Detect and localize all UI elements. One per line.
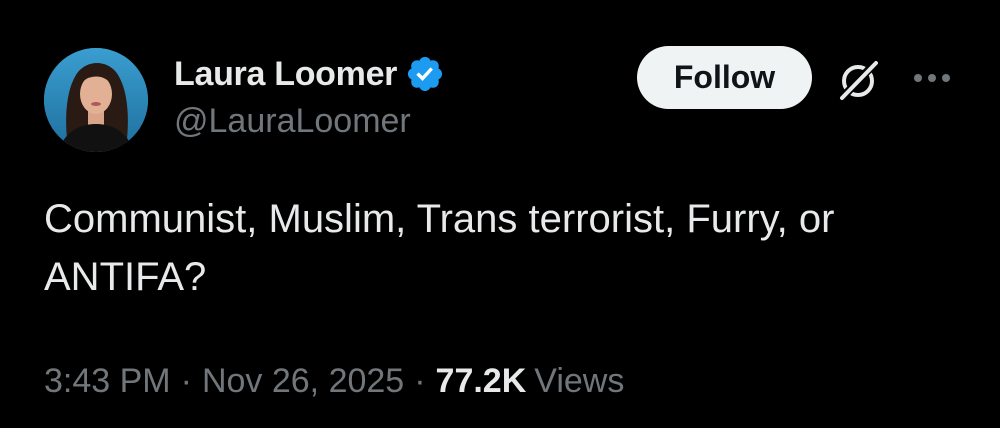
name-row: Laura Loomer [174, 52, 445, 96]
profile-photo-icon [44, 48, 148, 152]
meta-separator: · [414, 362, 426, 400]
tweet-text: Communist, Muslim, Trans terrorist, Furr… [44, 197, 835, 299]
follow-button[interactable]: Follow [637, 46, 812, 109]
tweet-time[interactable]: 3:43 PM [44, 362, 171, 400]
author-display-name[interactable]: Laura Loomer [174, 55, 397, 94]
grok-icon[interactable] [832, 54, 884, 106]
author-handle[interactable]: @LauraLoomer [174, 102, 445, 141]
meta-separator: · [180, 362, 192, 400]
verified-badge-icon[interactable] [405, 54, 445, 94]
tweet-date[interactable]: Nov 26, 2025 [202, 362, 404, 400]
views-count[interactable]: 77.2K [436, 362, 527, 400]
tweet-card: Laura Loomer @LauraLoomer Follow Communi… [0, 0, 1000, 428]
avatar[interactable] [44, 48, 148, 152]
more-options-icon[interactable] [910, 58, 954, 98]
tweet-meta: 3:43 PM · Nov 26, 2025 · 77.2K Views [44, 362, 624, 401]
author-identity: Laura Loomer @LauraLoomer [174, 52, 445, 141]
views-label: Views [534, 362, 625, 400]
